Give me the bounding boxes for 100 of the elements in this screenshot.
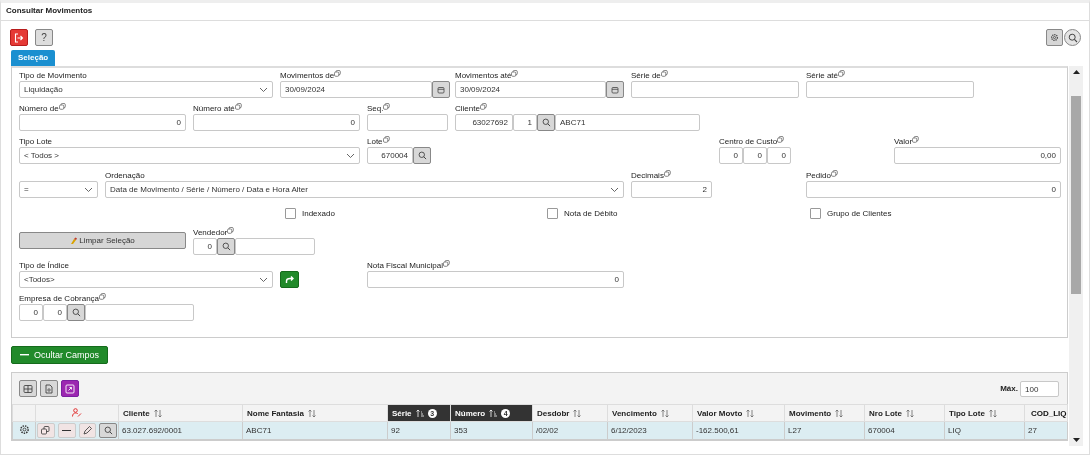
column-header[interactable]: Nro Lote [864,404,945,422]
scrollbar[interactable] [1069,66,1083,446]
search-icon [417,151,427,160]
calendar-icon [437,85,445,94]
dropdown-field[interactable]: <Todos> [19,271,273,288]
edit-button[interactable] [78,423,97,438]
number-field[interactable]: 0,00 [894,147,1061,164]
number-field[interactable]: 2 [631,181,712,198]
help-button[interactable]: ? [35,29,53,46]
code-field[interactable]: 63027692 [455,114,513,131]
sort-icon [745,408,756,418]
search-button[interactable] [99,423,117,438]
tab[interactable]: Seleção [11,50,56,66]
column-header[interactable]: Desdobr [532,404,608,422]
copy-icon [511,70,519,77]
apply-button[interactable] [280,271,299,288]
max-rows-field[interactable]: 100 [1020,380,1059,397]
checkbox-label: Grupo de Clientes [827,208,892,218]
document-icon [44,383,54,394]
column-header[interactable]: Vencimento [607,404,693,422]
number-field[interactable]: 0 [367,271,624,288]
minus-icon [20,354,29,356]
field-label: Tipo de Movimento [19,71,87,81]
eraser-icon [70,236,79,245]
calendar-icon [611,85,619,94]
exit-button[interactable] [10,29,28,46]
copy-icon [382,136,390,143]
minus-icon [62,429,72,432]
sort-icon [152,408,163,418]
column-header[interactable]: Tipo Lote [944,404,1025,422]
code-field[interactable]: 0 [43,304,67,321]
dropdown-field[interactable]: = [19,181,98,198]
text-field[interactable] [367,114,448,131]
copy-icon [99,293,107,300]
export-button[interactable] [61,380,79,397]
grid-view-button[interactable] [19,380,37,397]
dropdown-field[interactable]: < Todos > [19,147,360,164]
search-button[interactable] [217,238,235,255]
number-field[interactable]: 0 [806,181,1061,198]
date-field[interactable]: 30/09/2024 [455,81,606,98]
code-field[interactable]: 0 [193,238,217,255]
column-header[interactable]: Movimento [784,404,865,422]
sort-icon [306,408,317,418]
number-field[interactable]: 0 [19,114,186,131]
number-field[interactable]: 0 [193,114,360,131]
description-field[interactable]: ABC71 [555,114,700,131]
checkbox-label: Nota de Débito [564,208,618,218]
sort-ascending-icon [414,408,425,418]
field-label: Nota Fiscal Municipal [367,261,444,271]
text-field[interactable] [631,81,799,98]
search-button[interactable] [1064,29,1081,46]
sort-ascending-icon [488,408,499,418]
code-field[interactable]: 670004 [367,147,413,164]
number-field[interactable]: 0 [743,147,767,164]
copy-icon [227,227,235,234]
field-label: Tipo Lote [19,137,53,147]
field-label: Lote [367,137,383,147]
column-header[interactable]: Valor Movto [692,404,785,422]
column-header[interactable]: COD_LIQ [1024,404,1068,422]
field-label: Pedido [806,171,831,181]
search-button[interactable] [537,114,555,131]
settings-button[interactable] [1046,29,1063,46]
search-button[interactable] [67,304,85,321]
calendar-button[interactable] [606,81,624,98]
number-field[interactable]: 0 [719,147,743,164]
sort-icon [659,408,670,418]
date-field[interactable]: 30/09/2024 [280,81,432,98]
calendar-button[interactable] [432,81,450,98]
search-button[interactable] [413,147,431,164]
window-title: Consultar Movimentos [1,3,1089,21]
field-label: Tipo de Índice [19,261,69,271]
dropdown-field[interactable]: Liquidação [19,81,273,98]
hide-fields-button[interactable]: Ocultar Campos [11,346,109,364]
checkbox[interactable] [547,207,558,219]
dropdown-field[interactable]: Data de Movimento / Série / Número / Data e Hora Alter [105,181,624,198]
description-field[interactable] [85,304,194,321]
field-label: Cliente [455,104,480,114]
checkbox[interactable] [285,207,296,219]
scroll-up-icon[interactable] [1072,70,1080,74]
clear-selection-button[interactable]: Limpar Seleção [19,232,186,249]
text-field[interactable] [806,81,974,98]
copy-icon [660,70,668,77]
document-button[interactable] [40,380,58,397]
scroll-thumb[interactable] [1071,96,1081,294]
remove-button[interactable] [57,423,76,438]
scroll-down-icon[interactable] [1072,438,1080,442]
copy-icon [777,136,785,143]
code-field[interactable]: 1 [513,114,537,131]
caret-icon [259,86,268,93]
field-label: Centro de Custo [719,137,778,147]
code-field[interactable]: 0 [19,304,43,321]
field-label: Número até [193,104,235,114]
column-header[interactable]: Nome Fantasia [242,404,388,422]
table-icon [23,383,33,394]
column-header[interactable]: Cliente [118,404,243,422]
duplicate-button[interactable] [37,423,55,438]
number-field[interactable]: 0 [767,147,791,164]
settings-icon[interactable] [18,424,30,435]
description-field[interactable] [235,238,315,255]
checkbox[interactable] [810,207,821,219]
